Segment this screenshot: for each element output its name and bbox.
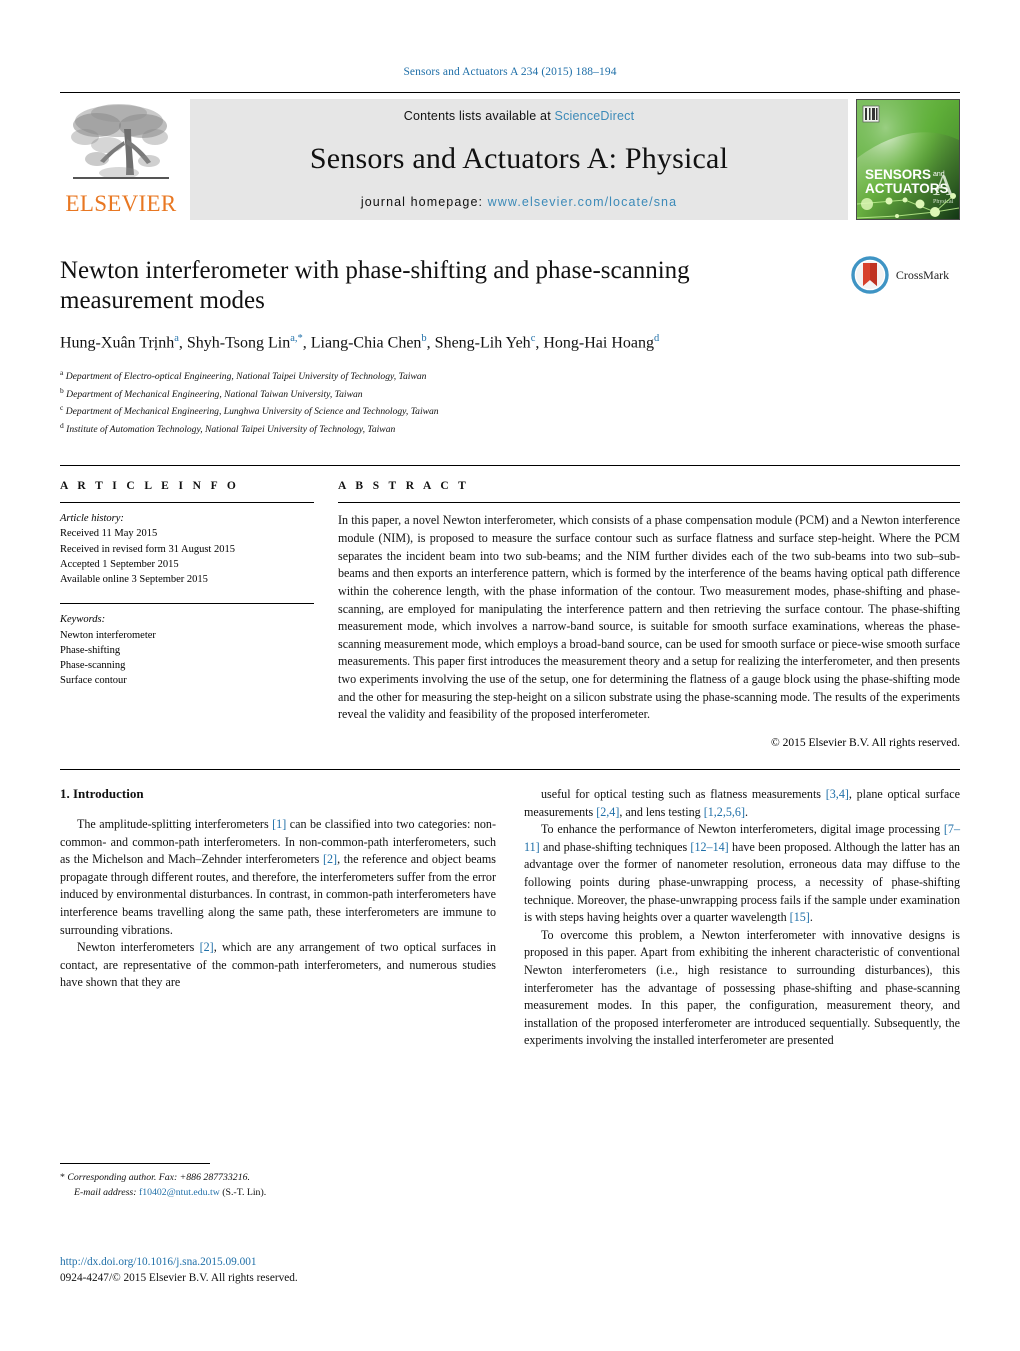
affiliation-marker: c — [60, 403, 64, 413]
elsevier-tree-icon — [71, 104, 169, 179]
affiliation-item: c Department of Mechanical Engineering, … — [60, 403, 439, 418]
doi-link[interactable]: http://dx.doi.org/10.1016/j.sna.2015.09.… — [60, 1255, 560, 1271]
keywords-label: Keywords: — [60, 614, 106, 626]
contents-available-line: Contents lists available at ScienceDirec… — [404, 109, 635, 123]
corresponding-author-line: * Corresponding author. Fax: +886 287733… — [60, 1171, 480, 1186]
footnote-star: * — [60, 1172, 65, 1183]
body-paragraph: The amplitude-splitting interferometers … — [60, 817, 496, 937]
svg-text:SENSORS: SENSORS — [865, 167, 931, 182]
corresponding-author-text: Corresponding author. Fax: +886 28773321… — [67, 1172, 250, 1183]
email-line: E-mail address: f10402@ntut.edu.tw (S.-T… — [60, 1186, 480, 1201]
abstract-column: A B S T R A C T In this paper, a novel N… — [338, 480, 960, 749]
article-info-rule — [60, 502, 314, 504]
affiliation-marker: a — [60, 367, 64, 377]
body-paragraph: Newton interferometers [2], which are an… — [60, 940, 496, 990]
history-item: Received in revised form 31 August 2015 — [60, 543, 235, 555]
history-item: Accepted 1 September 2015 — [60, 558, 179, 570]
abstract-rule — [338, 502, 960, 504]
article-header: CrossMark Newton interferometer with pha… — [60, 256, 960, 437]
affiliation-item: a Department of Electro-optical Engineer… — [60, 367, 427, 383]
body-column-left: 1. Introduction The amplitude-splitting … — [60, 786, 496, 1086]
article-history-label: Article history: — [60, 513, 124, 525]
right-column-paragraphs: useful for optical testing such as flatn… — [524, 786, 960, 1050]
article-info-column: A R T I C L E I N F O Article history: R… — [60, 480, 338, 749]
footer-doi-block: http://dx.doi.org/10.1016/j.sna.2015.09.… — [60, 1255, 560, 1287]
cover-art: SENSORS and ACTUATORS A Physical — [857, 100, 959, 219]
citation-ref[interactable]: [1,2,5,6] — [704, 805, 745, 819]
abstract-text: In this paper, a novel Newton interferom… — [338, 513, 960, 722]
elsevier-logo: ELSEVIER — [60, 99, 182, 220]
citation-ref[interactable]: [7–11] — [524, 822, 960, 854]
citation-ref[interactable]: [1] — [272, 817, 286, 831]
body-paragraph: useful for optical testing such as flatn… — [524, 787, 960, 819]
keyword-items: Newton interferometer Phase-shifting Phase… — [60, 628, 314, 689]
sciencedirect-link[interactable]: ScienceDirect — [555, 109, 635, 123]
abstract-heading: A B S T R A C T — [338, 480, 470, 493]
keyword-item: Newton interferometer — [60, 629, 156, 641]
article-history-block: Article history: Received 11 May 2015 Rec… — [60, 511, 314, 587]
history-item: Available online 3 September 2015 — [60, 574, 208, 586]
issn-copyright-line: 0924-4247/© 2015 Elsevier B.V. All right… — [60, 1271, 298, 1284]
email-label: E-mail address: — [74, 1186, 137, 1198]
section-heading-introduction: 1. Introduction — [60, 786, 144, 802]
journal-title: Sensors and Actuators A: Physical — [309, 142, 729, 175]
info-abstract-section: A R T I C L E I N F O Article history: R… — [60, 465, 960, 749]
keyword-item: Surface contour — [60, 675, 127, 687]
citation-ref[interactable]: [2] — [200, 940, 214, 954]
article-info-heading: A R T I C L E I N F O — [60, 480, 240, 493]
footnote-block: * Corresponding author. Fax: +886 287733… — [60, 1163, 480, 1200]
keywords-rule — [60, 603, 314, 605]
citation-ref[interactable]: [15] — [790, 910, 810, 924]
body-paragraph: To enhance the performance of Newton int… — [524, 822, 960, 925]
contents-prefix: Contents lists available at — [403, 109, 555, 123]
masthead-center: Contents lists available at ScienceDirec… — [190, 99, 848, 220]
citation-ref[interactable]: [2] — [323, 852, 337, 866]
history-items: Received 11 May 2015 Received in revised … — [60, 526, 314, 587]
keyword-item: Phase-scanning — [60, 659, 126, 671]
citation-ref[interactable]: [12–14] — [690, 840, 728, 854]
journal-cover-thumbnail: SENSORS and ACTUATORS A Physical — [856, 99, 960, 220]
journal-masthead: ELSEVIER Contents lists available at Sci… — [60, 92, 960, 220]
crossmark-label: CrossMark — [895, 267, 950, 282]
body-column-right: useful for optical testing such as flatn… — [524, 786, 960, 1086]
footnote-rule — [60, 1163, 210, 1164]
affiliation-marker: b — [60, 385, 64, 395]
history-item: Received 11 May 2015 — [60, 528, 158, 540]
affiliation-list: a Department of Electro-optical Engineer… — [60, 367, 960, 437]
citation-ref[interactable]: [3,4] — [826, 787, 849, 801]
running-head: Sensors and Actuators A 234 (2015) 188–1… — [403, 66, 617, 78]
elsevier-wordmark: ELSEVIER — [65, 191, 177, 216]
abstract-copyright: © 2015 Elsevier B.V. All rights reserved… — [771, 737, 960, 750]
page-title: Newton interferometer with phase-shiftin… — [60, 257, 690, 314]
journal-homepage-line: journal homepage: www.elsevier.com/locat… — [361, 195, 677, 209]
body-columns: 1. Introduction The amplitude-splitting … — [60, 786, 960, 1086]
email-suffix: (S.-T. Lin). — [222, 1186, 267, 1198]
email-link[interactable]: f10402@ntut.edu.tw — [139, 1187, 220, 1198]
body-paragraph: To overcome this problem, a Newton inter… — [524, 927, 960, 1048]
paper-page: Sensors and Actuators A 234 (2015) 188–1… — [0, 0, 1020, 1351]
left-column-paragraphs: The amplitude-splitting interferometers … — [60, 816, 496, 992]
author-list: Hung-Xuân Trịnha, Shyh-Tsong Lina,*, Lia… — [60, 333, 660, 352]
keyword-item: Phase-shifting — [60, 644, 121, 656]
body-separator-rule — [60, 769, 960, 771]
journal-homepage-link[interactable]: www.elsevier.com/locate/sna — [488, 195, 678, 209]
citation-ref[interactable]: [2,4] — [596, 805, 619, 819]
keywords-block: Keywords: Newton interferometer Phase-shi… — [60, 612, 314, 688]
crossmark-icon — [851, 256, 889, 294]
affiliation-item: b Department of Mechanical Engineering, … — [60, 385, 363, 400]
homepage-prefix: journal homepage: — [360, 195, 488, 209]
affiliation-marker: d — [60, 420, 64, 430]
crossmark-badge[interactable]: CrossMark — [840, 256, 960, 294]
affiliation-item: d Institute of Automation Technology, Na… — [60, 420, 396, 435]
